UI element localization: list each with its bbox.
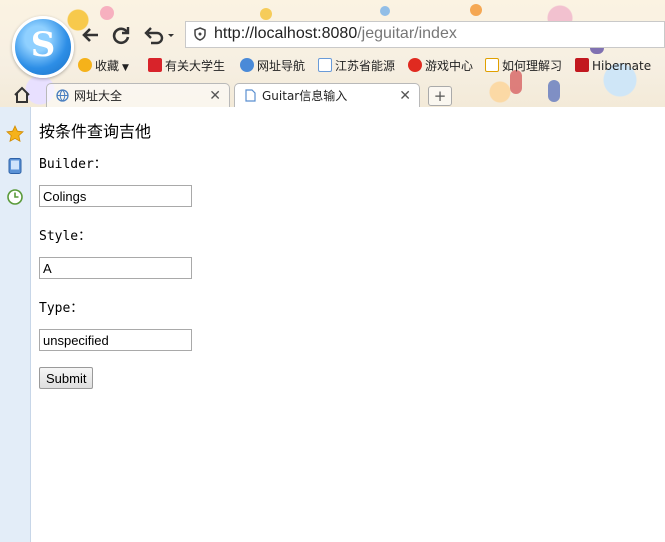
browser-logo[interactable]: S bbox=[12, 16, 74, 78]
chevron-down-icon: ▼ bbox=[122, 63, 129, 73]
clock-icon[interactable] bbox=[6, 188, 24, 206]
close-icon[interactable]: ✕ bbox=[209, 84, 221, 107]
style-input[interactable] bbox=[39, 257, 192, 279]
tab-label: 网址大全 bbox=[74, 89, 123, 103]
submit-button[interactable]: Submit bbox=[39, 367, 94, 389]
bookmark-label: 游戏中心 bbox=[425, 59, 474, 73]
type-label: Type： bbox=[39, 301, 84, 316]
url-path: /jeguitar/index bbox=[357, 25, 457, 42]
tab-label: Guitar信息输入 bbox=[262, 89, 348, 103]
shield-icon bbox=[194, 27, 206, 41]
bookmark-item[interactable]: Hibernate bbox=[575, 56, 651, 76]
decor-flower bbox=[470, 4, 482, 16]
decor-flower bbox=[380, 6, 390, 16]
bookmark-item[interactable]: 游戏中心 bbox=[408, 56, 473, 76]
page-icon bbox=[318, 58, 332, 72]
builder-input[interactable] bbox=[39, 185, 192, 207]
bookmark-label: 如何理解习 bbox=[502, 59, 563, 73]
bookmark-label: 收藏 bbox=[95, 59, 120, 73]
bookmark-item[interactable]: 有关大学生 bbox=[148, 56, 225, 76]
bookmark-label: 网址导航 bbox=[257, 59, 306, 73]
globe-icon bbox=[56, 89, 69, 102]
bookmark-label: 江苏省能源 bbox=[335, 59, 396, 73]
back-button[interactable] bbox=[80, 24, 102, 46]
page-title: 按条件查询吉他 bbox=[39, 122, 152, 141]
url-host: http://localhost:8080 bbox=[214, 25, 358, 42]
undo-button[interactable] bbox=[142, 24, 176, 46]
tab-url-directory[interactable]: 网址大全 ✕ bbox=[46, 83, 230, 107]
address-url[interactable]: http://localhost:8080/jeguitar/index bbox=[214, 25, 457, 43]
close-icon[interactable]: ✕ bbox=[399, 84, 411, 107]
bookmark-item[interactable]: 网址导航 bbox=[240, 56, 305, 76]
refresh-button[interactable] bbox=[110, 24, 132, 46]
builder-label: Builder： bbox=[39, 157, 107, 172]
bookmark-label: Hibernate bbox=[592, 59, 652, 73]
bookmark-item[interactable]: 如何理解习 bbox=[485, 56, 562, 76]
bookmark-red-icon bbox=[148, 58, 162, 72]
new-tab-button[interactable]: + bbox=[428, 86, 452, 106]
arrow-left-icon bbox=[82, 28, 98, 42]
game-icon bbox=[408, 58, 422, 72]
globe-icon bbox=[240, 58, 254, 72]
page-icon bbox=[245, 89, 256, 102]
star-icon bbox=[78, 58, 92, 72]
c-icon bbox=[575, 58, 589, 72]
star-icon[interactable] bbox=[6, 125, 24, 143]
home-icon[interactable] bbox=[12, 85, 32, 105]
refresh-icon bbox=[112, 27, 130, 45]
bookmark-favorites[interactable]: 收藏 ▼ bbox=[78, 56, 129, 76]
browser-chrome: S http://localhost:8080/jeguitar/index 收… bbox=[0, 0, 665, 107]
sidebar bbox=[0, 107, 31, 542]
address-bar[interactable]: http://localhost:8080/jeguitar/index bbox=[185, 21, 665, 48]
decor-flower bbox=[260, 8, 272, 20]
bookmark-item[interactable]: 江苏省能源 bbox=[318, 56, 395, 76]
undo-icon bbox=[144, 27, 174, 45]
decor-flower bbox=[100, 6, 114, 20]
100-icon bbox=[485, 58, 499, 72]
type-input[interactable] bbox=[39, 329, 192, 351]
tab-guitar-input[interactable]: Guitar信息输入 ✕ bbox=[234, 83, 420, 107]
bookmark-label: 有关大学生 bbox=[165, 59, 226, 73]
style-label: Style： bbox=[39, 229, 92, 244]
tablet-icon[interactable] bbox=[6, 157, 24, 175]
tab-strip: 网址大全 ✕ Guitar信息输入 ✕ + bbox=[0, 83, 665, 107]
